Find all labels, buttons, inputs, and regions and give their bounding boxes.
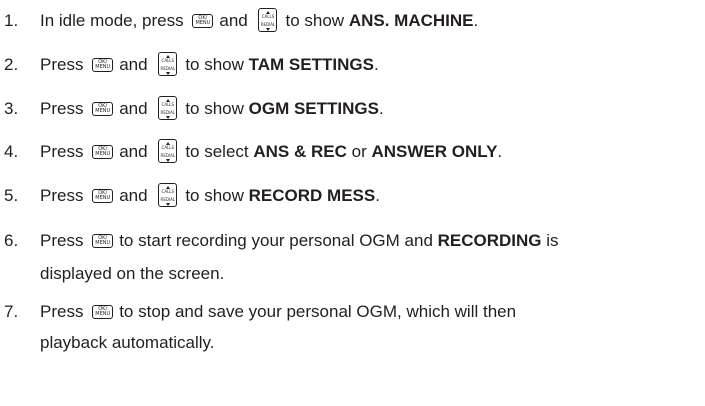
step-text: to show: [185, 99, 244, 118]
step-text: Press: [40, 55, 84, 74]
ok-menu-key-icon: OK/MENU: [192, 13, 214, 28]
step-number: 1.: [4, 11, 19, 30]
calls-redial-key-icon: CALLS REDIAL: [158, 138, 178, 163]
step-text: to select: [185, 142, 249, 161]
step-4: 4. Press OK/MENU and CALLS REDIAL to select …: [4, 138, 502, 165]
step-number: 2.: [4, 55, 19, 74]
step-number: 3.: [4, 99, 19, 118]
step-text: to show: [185, 55, 244, 74]
step-text: and: [119, 142, 148, 161]
step-text: and: [219, 11, 248, 30]
ok-menu-key-icon: OK/MENU: [92, 57, 114, 72]
step-7: 7. Press OK/MENU to stop and save your per…: [4, 300, 516, 324]
step-text: Press: [40, 186, 84, 205]
step-number: 5.: [4, 186, 19, 205]
menu-option: OGM SETTINGS: [248, 99, 379, 118]
step-text: to show: [285, 11, 345, 30]
menu-option: RECORD MESS: [248, 186, 376, 205]
step-text: and: [119, 99, 148, 118]
step-text: Press: [40, 231, 84, 250]
step-3: 3. Press OK/MENU and CALLS REDIAL to show OG…: [4, 95, 384, 122]
step-text: to start recording your personal OGM and: [119, 231, 433, 250]
step-number: 4.: [4, 142, 19, 161]
step-text: Press: [40, 302, 84, 321]
step-text: to show: [185, 186, 244, 205]
ok-menu-key-icon: OK/MENU: [92, 304, 114, 319]
step-6: 6. Press OK/MENU to start recording your p…: [4, 229, 559, 253]
step-text: In idle mode, press: [40, 11, 184, 30]
menu-option: ANSWER ONLY: [371, 142, 498, 161]
ok-menu-key-icon: OK/MENU: [92, 188, 114, 203]
calls-redial-key-icon: CALLS REDIAL: [158, 182, 178, 207]
step-2: 2. Press OK/MENU and CALLS REDIAL to show TA…: [4, 51, 379, 78]
ok-menu-key-icon: OK/MENU: [92, 144, 114, 159]
step-number: 7.: [4, 302, 19, 321]
menu-option: ANS & REC: [253, 142, 347, 161]
step-5: 5. Press OK/MENU and CALLS REDIAL to show RE…: [4, 182, 380, 209]
ok-menu-key-icon: OK/MENU: [92, 101, 114, 116]
step-text: Press: [40, 99, 84, 118]
step-text: and: [119, 186, 148, 205]
step-text: or: [351, 142, 367, 161]
step-text: to stop and save your personal OGM, whic…: [119, 302, 517, 321]
instruction-steps: 1. In idle mode, press OK/MENU and CALLS RE…: [0, 0, 705, 406]
step-number: 6.: [4, 231, 19, 250]
step-7-continued: playback automatically.: [40, 333, 215, 352]
step-1: 1. In idle mode, press OK/MENU and CALLS RE…: [4, 7, 478, 34]
step-6-continued: displayed on the screen.: [40, 264, 225, 283]
calls-redial-key-icon: CALLS REDIAL: [158, 95, 178, 120]
step-text: and: [119, 55, 148, 74]
step-text: is: [546, 231, 559, 250]
step-text: Press: [40, 142, 84, 161]
calls-redial-key-icon: CALLS REDIAL: [158, 51, 178, 76]
status-text: RECORDING: [437, 231, 542, 250]
calls-redial-key-icon: CALLS REDIAL: [258, 7, 278, 32]
menu-option: TAM SETTINGS: [248, 55, 374, 74]
ok-menu-key-icon: OK/MENU: [92, 233, 114, 248]
menu-option: ANS. MACHINE: [348, 11, 474, 30]
